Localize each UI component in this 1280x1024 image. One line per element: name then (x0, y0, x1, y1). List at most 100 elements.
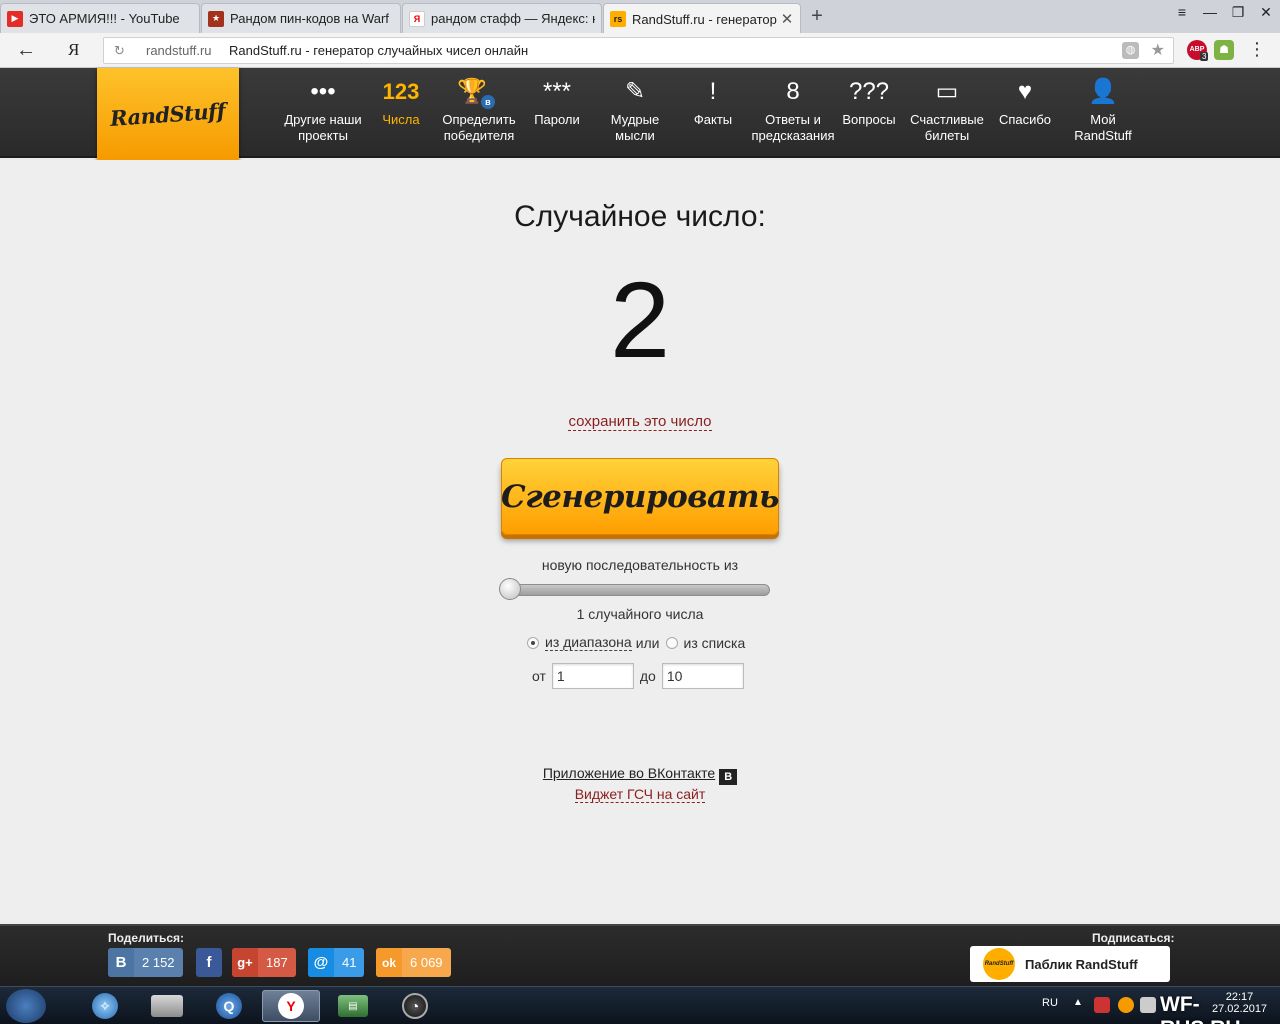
share-odnoklassniki-button[interactable]: ok 6 069 (376, 948, 451, 977)
tab-warface-pins[interactable]: ★ Рандом пин-кодов на Warf (201, 3, 401, 33)
nav-wise-thoughts[interactable]: ✎ Мудрые мысли (592, 68, 678, 158)
clock-time: 22:17 (1225, 991, 1254, 1003)
vk-badge: в (480, 95, 495, 109)
share-count: 6 069 (410, 955, 443, 970)
warning-icon: ! (709, 78, 717, 105)
to-input[interactable] (661, 663, 744, 689)
nav-numbers[interactable]: 123 Числа (358, 68, 444, 158)
minimize-button[interactable]: — (1196, 4, 1224, 21)
from-input[interactable] (551, 663, 634, 689)
sequence-label: новую последовательность из (541, 557, 739, 573)
taskbar-explorer[interactable] (138, 990, 196, 1022)
language-indicator[interactable]: RU (1042, 997, 1058, 1009)
range-radio[interactable] (527, 636, 539, 649)
share-facebook-button[interactable]: f (196, 948, 222, 977)
list-radio[interactable] (665, 636, 678, 649)
tray-expand-icon[interactable]: ▲ (1073, 997, 1083, 1008)
from-label: от (532, 668, 546, 684)
public-button-label: Паблик RandStuff (1025, 956, 1138, 972)
site-logo[interactable]: RandStuff (97, 68, 239, 160)
nav-my-randstuff[interactable]: 👤 Мой RandStuff (1060, 68, 1146, 158)
randstuff-logo-icon: RandStuff (983, 948, 1015, 980)
tab-title: ЭТО АРМИЯ!!! - YouTube (29, 11, 180, 26)
url-page-title: RandStuff.ru - генератор случайных чисел… (229, 43, 529, 58)
nav-winner[interactable]: 🏆в Определить победителя (436, 68, 522, 158)
share-label: Поделиться: (108, 931, 185, 945)
subscribe-label: Подписаться: (1092, 931, 1175, 945)
taskbar-yandex-browser[interactable]: Y (262, 990, 320, 1022)
share-count: 2 152 (142, 955, 175, 970)
speedometer-icon: ◔ (402, 993, 428, 1019)
nav-passwords[interactable]: *** Пароли (514, 68, 600, 158)
close-window-button[interactable]: ✕ (1252, 4, 1280, 21)
or-text: или (635, 634, 660, 651)
nav-lucky-tickets[interactable]: ▭ Счастливые билеты (904, 68, 990, 158)
address-field[interactable]: ↻ randstuff.ru RandStuff.ru - генератор … (103, 37, 1174, 64)
nav-label: Факты (693, 112, 733, 127)
save-number-link[interactable]: сохранить это число (568, 413, 712, 431)
range-mode-label[interactable]: из диапазона (545, 634, 632, 651)
system-clock[interactable]: 22:17 27.02.2017 (1212, 991, 1267, 1015)
tray-app-icon[interactable] (1118, 997, 1134, 1013)
taskbar-speedometer-app[interactable]: ◔ (386, 990, 444, 1022)
range-inputs: от до (532, 663, 744, 689)
generate-button[interactable]: Сгенерировать (501, 458, 779, 535)
public-randstuff-button[interactable]: RandStuff Паблик RandStuff (970, 946, 1170, 982)
taskbar-quicktime[interactable]: Q (200, 990, 258, 1022)
nav-other-projects[interactable]: ••• Другие наши проекты (280, 68, 366, 158)
android-extension-icon[interactable]: ☗ (1214, 40, 1234, 60)
share-google-plus-button[interactable]: g+ 187 (232, 948, 296, 977)
nav-label: Мудрые мысли (610, 112, 660, 143)
nav-questions[interactable]: ??? Вопросы (826, 68, 912, 158)
yandex-browser-icon: Y (278, 993, 304, 1019)
tab-randstuff[interactable]: rs RandStuff.ru - генератор ✕ (603, 3, 801, 34)
count-label: 1 случайного числа (576, 606, 704, 622)
vk-app-link[interactable]: Приложение во ВКонтакте (543, 765, 715, 781)
question-icon: ??? (848, 78, 890, 105)
taskbar-safari[interactable]: ✧ (76, 990, 134, 1022)
tab-youtube[interactable]: ▶ ЭТО АРМИЯ!!! - YouTube (0, 3, 200, 33)
trophy-icon: 🏆в (436, 68, 522, 112)
globe-icon[interactable]: ◍ (1122, 42, 1139, 59)
volume-icon[interactable] (1140, 997, 1156, 1013)
save-number-row: сохранить это число (0, 413, 1280, 431)
tab-yandex-search[interactable]: Я рандом стафф — Яндекс: н (402, 3, 602, 33)
ticket-icon: ▭ (935, 78, 959, 105)
start-button[interactable] (6, 989, 46, 1023)
main-content: Случайное число: 2 сохранить это число С… (0, 160, 1280, 924)
new-tab-button[interactable]: + (806, 5, 828, 28)
share-mailru-button[interactable]: @ 41 (308, 948, 365, 977)
share-vk-button[interactable]: B 2 152 (108, 948, 183, 977)
randstuff-icon: rs (610, 11, 626, 27)
adblock-count-badge: 3 (1200, 52, 1209, 61)
menu-icon[interactable]: ≡ (1168, 4, 1196, 21)
reload-icon[interactable]: ↻ (114, 43, 125, 59)
nav-label: Счастливые билеты (910, 112, 984, 143)
yandex-home-button[interactable]: Я (68, 40, 79, 60)
nav-thanks[interactable]: ♥ Спасибо (982, 68, 1068, 158)
vk-icon: B (108, 948, 134, 977)
widget-row: Виджет ГСЧ на сайт (0, 786, 1280, 803)
count-slider-track[interactable] (501, 584, 770, 596)
nav-label: Числа (382, 112, 420, 127)
browser-menu-icon[interactable]: ⋮ (1248, 39, 1266, 60)
nav-facts[interactable]: ! Факты (670, 68, 756, 158)
taskbar-task-manager[interactable]: ▤ (324, 990, 382, 1022)
odnoklassniki-icon: ok (376, 948, 402, 977)
nav-label: Другие наши проекты (284, 112, 362, 143)
bookmark-star-icon[interactable]: ★ (1151, 40, 1165, 60)
google-plus-icon: g+ (232, 948, 258, 977)
back-button[interactable]: ← (16, 39, 36, 62)
list-mode-label[interactable]: из списка (684, 635, 746, 651)
maximize-button[interactable]: ❐ (1224, 4, 1252, 21)
nav-label: Вопросы (842, 112, 896, 127)
nav-answers[interactable]: 8 Ответы и предсказания (748, 68, 838, 158)
close-icon[interactable]: ✕ (780, 10, 794, 28)
count-slider-handle[interactable] (499, 578, 521, 600)
to-label: до (639, 668, 656, 684)
nav-label: Пароли (534, 112, 580, 127)
share-count: 41 (342, 955, 357, 970)
address-bar-row: ← Я ↻ randstuff.ru RandStuff.ru - генера… (0, 33, 1280, 68)
flag-icon[interactable] (1094, 997, 1110, 1013)
widget-link[interactable]: Виджет ГСЧ на сайт (574, 786, 706, 803)
